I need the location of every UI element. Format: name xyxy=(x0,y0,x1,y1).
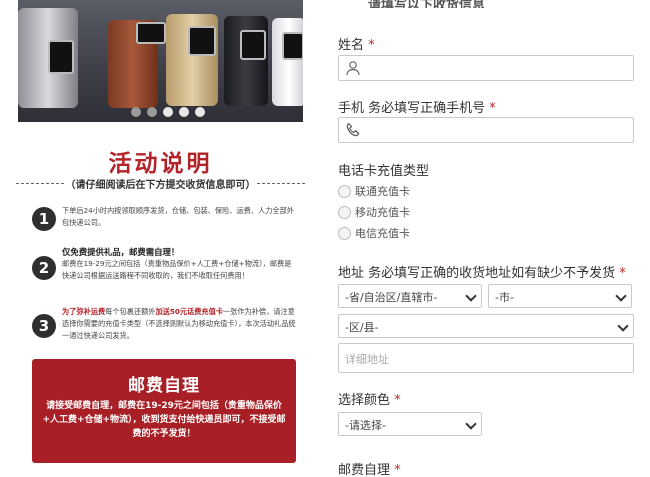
chevron-down-icon xyxy=(617,320,629,332)
detail-address-input[interactable]: 详细地址 xyxy=(338,343,634,373)
step-text-inline: 每个包裹还额外 xyxy=(105,307,156,316)
radio-telecom[interactable]: 电信充值卡 xyxy=(338,225,410,241)
step-text: 邮费在19-29元之间包括（贵重物品保价+人工费+仓储+物流），邮费是快递公司根… xyxy=(62,259,292,280)
order-form: 请填写以下收货信息 姓名 * 手机 务必填写正确手机号 * 电话卡充值类型 联通… xyxy=(338,0,638,477)
carousel-dot[interactable] xyxy=(179,107,189,117)
user-icon xyxy=(346,61,360,76)
step-number: 2 xyxy=(32,256,56,280)
postage-title: 邮费自理 xyxy=(128,376,200,396)
activity-panel: 活动说明 （请仔细阅读后在下方提交收货信息即可） 1 下单后24小时内按领取顺序… xyxy=(16,0,305,477)
phone-input[interactable] xyxy=(338,117,634,143)
district-select[interactable]: -区/县- xyxy=(338,314,634,338)
product-carousel[interactable] xyxy=(18,0,303,122)
phone-label: 手机 务必填写正确手机号 * xyxy=(338,101,496,116)
postage-notice: 邮费自理 请接受邮费自理，邮费在19-29元之间包括（贵重物品保价+人工费+仓储… xyxy=(32,359,296,463)
carousel-dots xyxy=(131,107,205,117)
step-number: 1 xyxy=(32,207,56,231)
color-label: 选择颜色 * xyxy=(338,393,401,408)
required-mark: * xyxy=(394,463,401,477)
postage-label: 邮费自理 * xyxy=(338,463,401,477)
radio-button[interactable] xyxy=(338,226,351,240)
carousel-dot[interactable] xyxy=(195,107,205,117)
band-face-5 xyxy=(282,32,303,60)
required-mark: * xyxy=(619,266,626,281)
step-highlight: 为了弥补运费 xyxy=(62,307,106,316)
activity-title: 活动说明 xyxy=(108,151,213,177)
activity-subtitle: （请仔细阅读后在下方提交收货信息即可） xyxy=(16,176,305,191)
carousel-dot[interactable] xyxy=(131,107,141,117)
step-heading: 仅免费提供礼品，邮费需自理！ xyxy=(62,247,180,257)
band-face-4 xyxy=(240,30,266,60)
radio-label: 联通充值卡 xyxy=(355,185,410,198)
address-label: 地址 务必填写正确的收货地址如有缺少不予发货 * xyxy=(338,266,626,281)
card-type-label: 电话卡充值类型 xyxy=(338,164,430,179)
form-title-cut: 请填写以下收货信息 xyxy=(368,0,486,8)
name-label: 姓名 * xyxy=(338,38,375,53)
band-face-2 xyxy=(136,22,166,44)
carousel-dot[interactable] xyxy=(163,107,173,117)
required-mark: * xyxy=(394,393,401,408)
step-highlight-bonus: 加送50元话费充值卡 xyxy=(155,307,223,316)
chevron-down-icon xyxy=(615,290,627,302)
color-select[interactable]: -请选择- xyxy=(338,412,482,436)
step-number: 3 xyxy=(32,314,56,338)
radio-label: 电信充值卡 xyxy=(355,227,410,240)
phone-icon xyxy=(346,122,360,137)
required-mark: * xyxy=(368,38,375,53)
radio-button[interactable] xyxy=(338,184,351,198)
step-text: 下单后24小时内按领取顺序发货，仓储、包装、保险、运费、人力全部外包快递公司。 xyxy=(62,206,294,227)
chevron-down-icon xyxy=(465,290,477,302)
band-face-1 xyxy=(48,40,74,74)
chevron-down-icon xyxy=(465,418,477,430)
postage-text: 请接受邮费自理，邮费在19-29元之间包括（贵重物品保价+人工费+仓储+物流），… xyxy=(42,401,286,439)
name-input[interactable] xyxy=(338,55,634,81)
required-mark: * xyxy=(489,101,496,116)
radio-mobile[interactable]: 移动充值卡 xyxy=(338,204,410,220)
radio-button[interactable] xyxy=(338,205,351,219)
band-face-3 xyxy=(188,26,216,56)
province-select[interactable]: -省/自治区/直辖市- xyxy=(338,284,482,308)
radio-label: 移动充值卡 xyxy=(355,206,410,219)
city-select[interactable]: -市- xyxy=(488,284,632,308)
radio-unicom[interactable]: 联通充值卡 xyxy=(338,183,410,199)
carousel-dot[interactable] xyxy=(147,107,157,117)
